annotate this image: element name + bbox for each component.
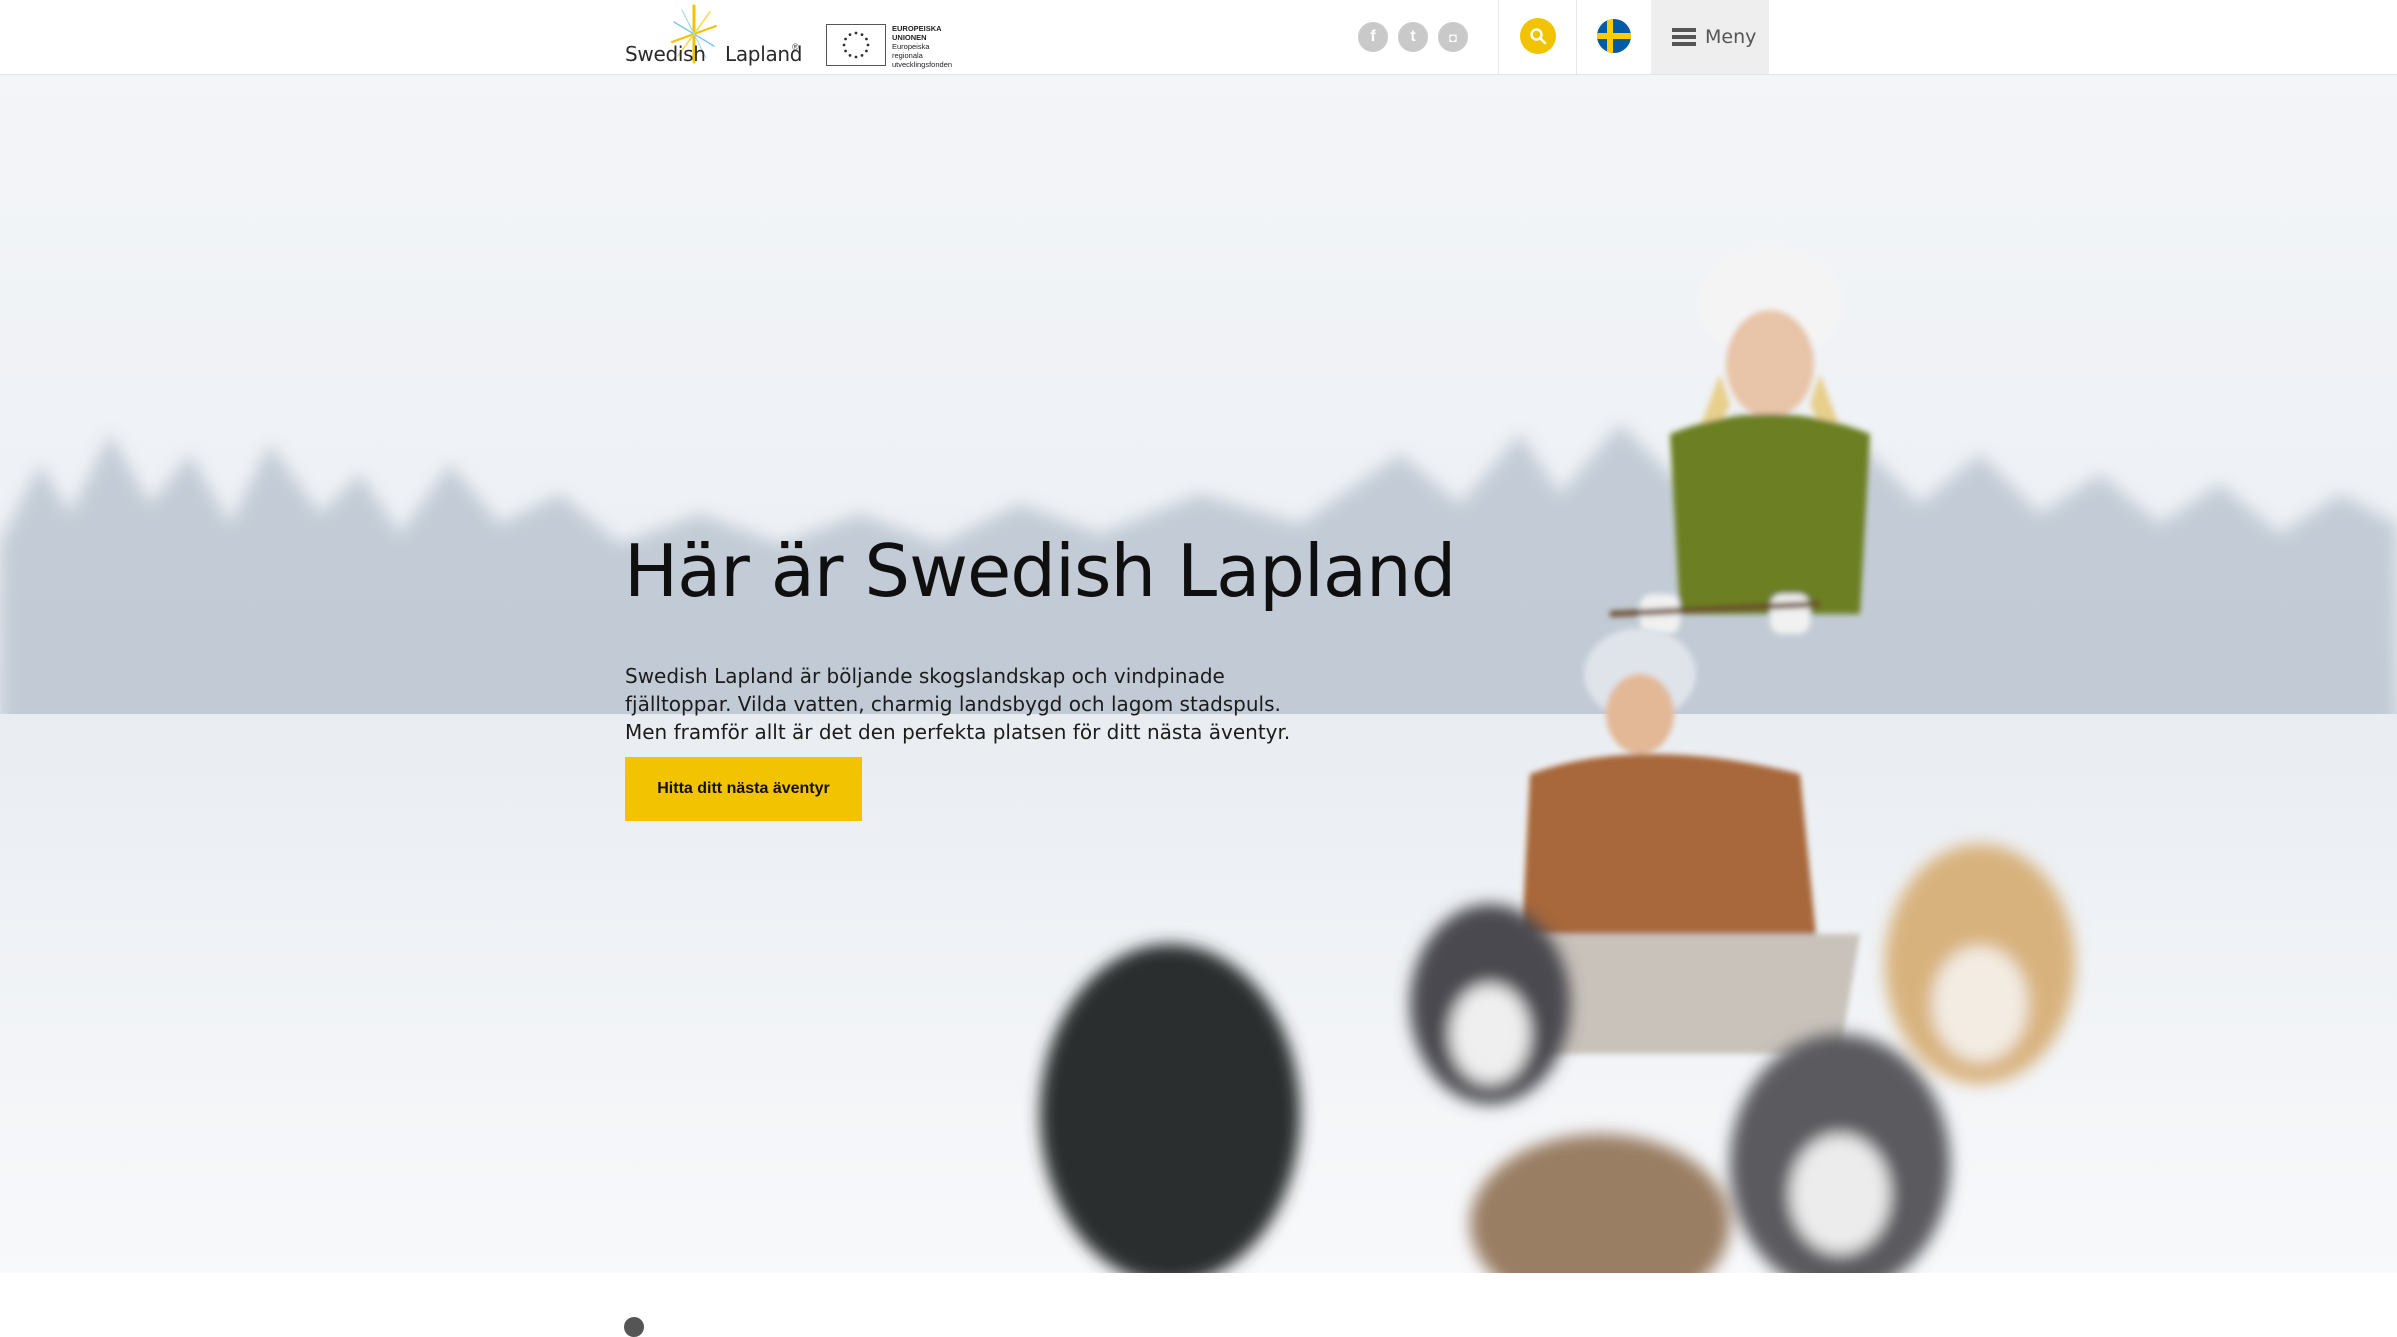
swedish-lapland-logo[interactable]: Swedish Lapland ® [622,4,803,70]
header-divider [1498,0,1499,74]
menu-label: Meny [1705,26,1757,48]
find-adventure-button[interactable]: Hitta ditt nästa äventyr [625,757,862,821]
hero-title: Här är Swedish Lapland [624,529,1456,613]
instagram-icon[interactable]: ◘ [1438,22,1468,52]
eu-badge-text: EUROPEISKA UNIONEN Europeiska regionala … [892,24,952,69]
eu-line-5: utvecklingsfonden [892,60,953,69]
twitter-glyph: t [1410,28,1416,45]
twitter-icon[interactable]: t [1398,22,1428,52]
eu-line-2: UNIONEN [892,33,927,42]
instagram-glyph: ◘ [1449,29,1457,45]
next-section-peek [0,1273,2397,1337]
hamburger-icon [1672,28,1696,46]
menu-button[interactable]: Meny [1651,0,1769,74]
eu-line-3: Europeiska [892,42,930,51]
language-switch-button[interactable] [1597,19,1631,53]
eu-funding-badge: EUROPEISKA UNIONEN Europeiska regionala … [826,20,954,70]
hero-section: Här är Swedish Lapland Swedish Lapland ä… [0,74,2397,1273]
search-icon [1530,28,1547,45]
search-button[interactable] [1520,18,1556,54]
logo-word-lapland: Lapland [725,42,803,66]
facebook-icon[interactable]: f [1358,22,1388,52]
eu-line-1: EUROPEISKA [892,24,942,33]
site-header: Swedish Lapland ® EUROPEISKA UNIONEN Eur… [0,0,2397,75]
section-icon [624,1317,644,1337]
facebook-glyph: f [1370,28,1376,45]
logo-word-swedish: Swedish [625,42,706,66]
eu-line-4: regionala [892,51,923,60]
hero-description: Swedish Lapland är böljande skogslandska… [625,664,1291,744]
header-divider [1576,0,1577,74]
swedish-flag-icon [1597,19,1631,53]
logo-registered-mark: ® [792,42,799,52]
eu-flag-icon [826,24,886,66]
